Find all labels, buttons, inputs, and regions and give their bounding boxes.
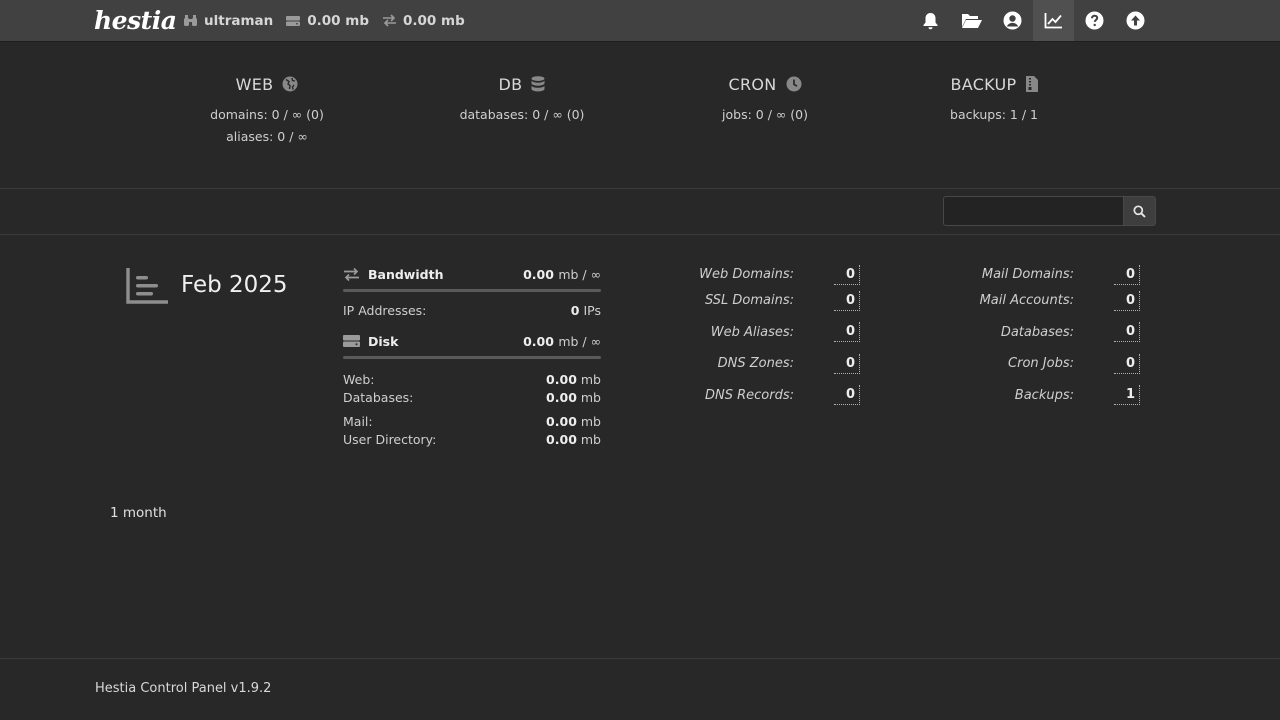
summary-db[interactable]: DB databases: 0 / ∞ (0) <box>422 72 622 124</box>
clock-icon <box>786 76 802 92</box>
disk-stat: 0.00 mb <box>285 13 369 29</box>
user-profile-button[interactable] <box>992 0 1033 41</box>
summary-cron[interactable]: CRON jobs: 0 / ∞ (0) <box>665 72 865 124</box>
bandwidth-stat: 0.00 mb <box>381 13 465 29</box>
counts-column-right: Mail Domains: 0 Mail Accounts: 0 Databases… <box>940 264 1140 411</box>
footer-version: Hestia Control Panel v1.9.2 <box>95 681 272 696</box>
disk-usage: 0.00 mb <box>307 12 369 29</box>
summary-web-aliases: aliases: 0 / ∞ <box>226 129 308 144</box>
summary-web-domains: domains: 0 / ∞ (0) <box>210 107 324 122</box>
logo-text: hestia <box>94 6 177 35</box>
globe-icon <box>282 76 298 92</box>
stats-list: Feb 2025 1 month Bandwidth 0.00 mb / ∞ I… <box>0 236 1280 658</box>
disk-user-directory-row: User Directory: 0.00 mb <box>343 432 601 447</box>
logout-button[interactable] <box>1115 0 1156 41</box>
summary-cron-title: CRON <box>665 72 865 96</box>
arrow-up-circle-icon <box>1126 11 1145 30</box>
question-circle-icon <box>1085 11 1104 30</box>
stats-list-icon <box>126 266 169 304</box>
notifications-button[interactable] <box>910 0 951 41</box>
bandwidth-header: Bandwidth 0.00 mb / ∞ <box>343 264 601 284</box>
bell-icon <box>922 12 939 30</box>
file-archive-icon <box>1025 76 1038 92</box>
top-bar: hestia ultraman 0.00 mb 0.00 mb <box>0 0 1280 42</box>
search-button[interactable] <box>1123 196 1156 226</box>
summary-databases: databases: 0 / ∞ (0) <box>459 107 585 122</box>
period-label: Feb 2025 <box>181 272 288 298</box>
footer: Hestia Control Panel v1.9.2 <box>0 658 1280 720</box>
summary-jobs: jobs: 0 / ∞ (0) <box>722 107 808 122</box>
top-stats: ultraman 0.00 mb 0.00 mb <box>182 0 471 41</box>
top-nav <box>910 0 1156 41</box>
bandwidth-value: 0.00 mb / ∞ <box>523 266 601 282</box>
summary-backup[interactable]: BACKUP backups: 1 / 1 <box>894 72 1094 124</box>
hard-drive-icon <box>343 334 360 348</box>
disk-label: Disk <box>368 333 399 349</box>
user-stat: ultraman <box>182 13 273 29</box>
search-form <box>943 196 1156 226</box>
stats-period: Feb 2025 <box>126 266 288 304</box>
disk-databases-row: Databases: 0.00 mb <box>343 390 601 405</box>
file-manager-button[interactable] <box>951 0 992 41</box>
database-icon <box>531 76 545 92</box>
usage-column: Bandwidth 0.00 mb / ∞ IP Addresses: 0 IP… <box>343 264 601 449</box>
bandwidth-progress-bar <box>343 289 601 292</box>
ip-addresses-row: IP Addresses: 0 IPs <box>343 303 601 318</box>
help-button[interactable] <box>1074 0 1115 41</box>
summary-db-title: DB <box>422 72 622 96</box>
disk-header: Disk 0.00 mb / ∞ <box>343 331 601 351</box>
arrows-exchange-icon <box>343 267 360 282</box>
period-range: 1 month <box>110 505 167 521</box>
hard-drive-icon <box>285 13 301 29</box>
backups-count: Backups: 1 <box>940 370 1140 412</box>
disk-mail-row: Mail: 0.00 mb <box>343 414 601 429</box>
disk-progress-bar <box>343 356 601 359</box>
resource-summary: WEB domains: 0 / ∞ (0) aliases: 0 / ∞ DB… <box>0 42 1280 189</box>
search-icon <box>1133 204 1146 218</box>
disk-value: 0.00 mb / ∞ <box>523 333 601 349</box>
folder-open-icon <box>961 12 983 29</box>
user-circle-icon <box>1003 11 1022 30</box>
bandwidth-label: Bandwidth <box>368 266 444 282</box>
chart-line-icon <box>1044 12 1063 29</box>
summary-web[interactable]: WEB domains: 0 / ∞ (0) aliases: 0 / ∞ <box>167 72 367 146</box>
username[interactable]: ultraman <box>204 13 273 29</box>
counts-column-left: Web Domains: 0 SSL Domains: 0 Web Aliases:… <box>660 264 860 411</box>
disk-web-row: Web: 0.00 mb <box>343 372 601 387</box>
binoculars-icon <box>182 13 198 29</box>
hestia-logo[interactable]: hestia <box>94 4 177 38</box>
summary-backup-title: BACKUP <box>894 72 1094 96</box>
statistics-button[interactable] <box>1033 0 1074 41</box>
summary-backups: backups: 1 / 1 <box>950 107 1038 122</box>
summary-web-title: WEB <box>167 72 367 96</box>
arrows-exchange-icon <box>381 13 397 29</box>
bandwidth-usage: 0.00 mb <box>403 12 465 29</box>
toolbar <box>0 189 1280 235</box>
dns-records-count: DNS Records: 0 <box>660 370 860 412</box>
search-input[interactable] <box>943 196 1123 226</box>
